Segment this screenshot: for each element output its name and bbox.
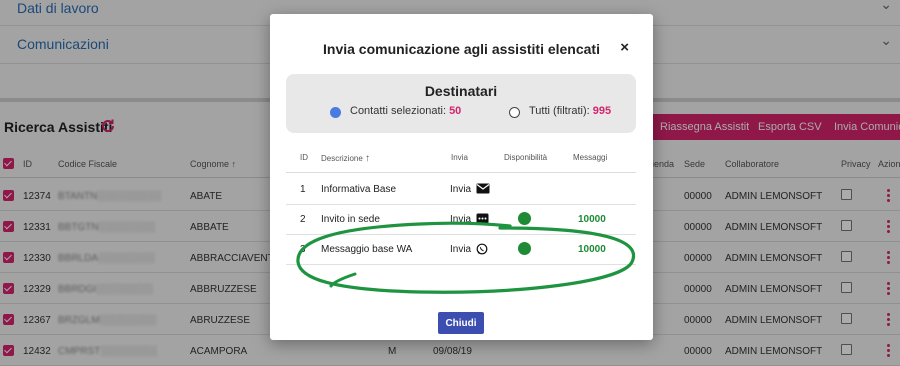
template-description: Invito in sede <box>321 214 380 225</box>
radio-all-filtered[interactable] <box>509 107 520 118</box>
col-messaggi[interactable]: Messaggi <box>573 153 607 162</box>
selected-contacts-text: Contatti selezionati: <box>350 105 450 117</box>
all-filtered-text: Tutti (filtrati): <box>529 105 593 117</box>
recipients-title: Destinatari <box>424 83 498 99</box>
send-link[interactable]: Invia <box>450 244 471 255</box>
col-id[interactable]: ID <box>300 153 308 162</box>
email-icon[interactable] <box>476 183 490 194</box>
template-row: 1 Informativa Base Invia <box>286 175 636 205</box>
templates-table-header: ID Descrizione ↑ Invia Disponibilità Mes… <box>286 147 636 173</box>
template-id: 3 <box>300 244 306 255</box>
template-row: 2 Invito in sede Invia 10000 <box>286 205 636 235</box>
col-descrizione-label: Descrizione <box>321 154 363 163</box>
col-descrizione[interactable]: Descrizione ↑ <box>321 153 370 164</box>
template-row: 3 Messaggio base WA Invia 10000 <box>286 235 636 265</box>
recipients-panel: Destinatari Contatti selezionati: 50 Tut… <box>286 74 636 133</box>
col-disponibilita[interactable]: Disponibilità <box>504 153 547 162</box>
selected-contacts-label: Contatti selezionati: 50 <box>350 105 461 117</box>
radio-selected-contacts[interactable] <box>330 107 341 118</box>
template-description: Informativa Base <box>321 184 397 195</box>
template-id: 2 <box>300 214 306 225</box>
availability-indicator <box>518 212 531 225</box>
send-link[interactable]: Invia <box>450 184 471 195</box>
sms-icon[interactable] <box>476 213 489 224</box>
send-communication-dialog: Invia comunicazione agli assistiti elenc… <box>270 14 653 340</box>
template-description: Messaggio base WA <box>321 244 413 255</box>
selected-contacts-count: 50 <box>449 105 462 117</box>
whatsapp-icon[interactable] <box>476 243 488 255</box>
close-button[interactable]: Chiudi <box>438 312 484 334</box>
messages-count: 10000 <box>578 214 606 225</box>
send-link[interactable]: Invia <box>450 214 471 225</box>
availability-indicator <box>518 242 531 255</box>
dialog-title: Invia comunicazione agli assistiti elenc… <box>323 41 600 57</box>
close-icon[interactable]: × <box>620 39 629 56</box>
all-filtered-count: 995 <box>592 105 612 117</box>
all-filtered-label: Tutti (filtrati): 995 <box>529 105 611 117</box>
sort-arrow-icon: ↑ <box>365 153 371 164</box>
template-id: 1 <box>300 184 306 195</box>
messages-count: 10000 <box>578 244 606 255</box>
col-invia[interactable]: Invia <box>451 153 468 162</box>
